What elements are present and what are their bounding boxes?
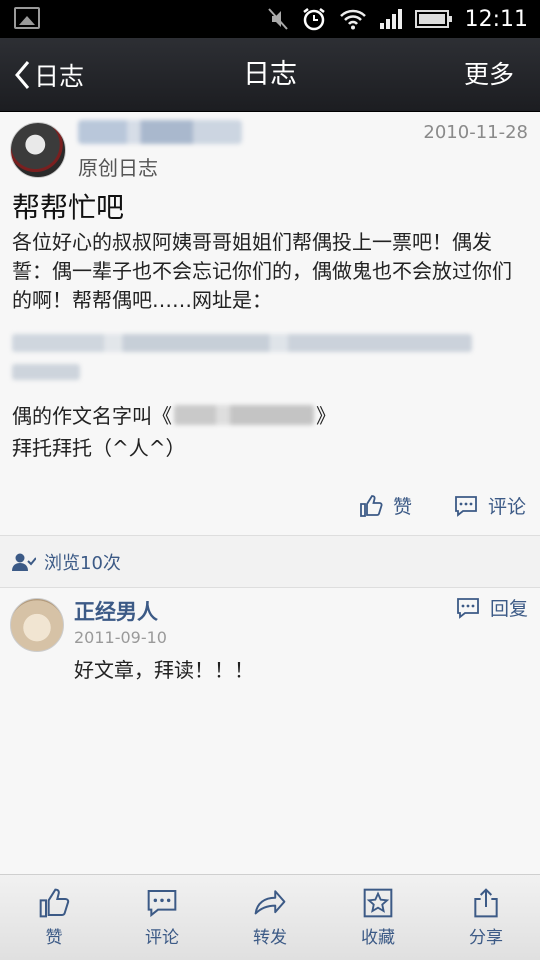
more-button[interactable]: 更多 [464,38,514,112]
essay-name-line: 偶的作文名字叫《 》 [12,400,336,429]
reply-icon [457,597,479,619]
bottom-share-label: 分享 [469,928,503,948]
author-avatar[interactable] [10,122,66,178]
chevron-left-icon [15,61,30,89]
bottom-action-bar: 赞 评论 转发 收藏 分享 [0,874,540,960]
journal-post: 2010-11-28 原创日志 帮帮忙吧 各位好心的叔叔阿姨哥哥姐姐们帮偶投上一… [0,112,540,536]
wifi-icon [339,9,366,30]
viewers-icon [12,553,36,571]
comment-button[interactable]: 评论 [454,492,526,519]
comment-label: 评论 [487,496,526,518]
view-count-row: 浏览10次 [0,536,540,588]
post-actions: 赞 评论 [359,492,526,519]
commenter-avatar[interactable] [10,598,64,652]
top-nav-bar: 日志 日志 更多 [0,38,540,112]
status-time: 12:11 [464,6,528,32]
share-icon [474,888,498,918]
reply-label: 回复 [489,598,528,620]
thumbs-up-icon [39,888,70,918]
commenter-name[interactable]: 正经男人 [74,596,158,626]
view-count: 浏览10次 [44,552,121,574]
comment-date: 2011-09-10 [74,628,167,647]
post-date: 2010-11-28 [423,122,528,143]
comment-icon [455,495,477,517]
bottom-forward-label: 转发 [253,928,287,948]
like-label: 赞 [392,496,412,518]
bottom-share-button[interactable]: 分享 [432,875,540,960]
like-button[interactable]: 赞 [359,492,412,519]
alarm-icon [302,8,325,31]
back-label: 日志 [34,62,85,91]
bottom-favorite-button[interactable]: 收藏 [324,875,432,960]
image-notification-icon [14,7,40,29]
post-title: 帮帮忙吧 [12,191,125,224]
bottom-like-label: 赞 [45,928,63,948]
post-type: 原创日志 [78,156,158,180]
essay-suffix: 》 [316,404,336,428]
bottom-comment-button[interactable]: 评论 [108,875,216,960]
star-icon [363,888,393,918]
url-blurred-line-1[interactable] [12,334,472,352]
comment-text: 好文章，拜读！！！ [74,658,254,682]
battery-icon [414,10,452,28]
signal-icon [379,9,402,29]
comment-icon [147,890,177,918]
reply-button[interactable]: 回复 [456,594,528,621]
thumbs-up-icon [360,494,383,517]
comment-item: 正经男人 2011-09-10 好文章，拜读！！！ 回复 [0,588,540,874]
essay-prefix: 偶的作文名字叫《 [12,404,172,428]
mute-icon [267,8,288,30]
bottom-forward-button[interactable]: 转发 [216,875,324,960]
back-button[interactable]: 日志 [12,38,84,112]
status-bar: 12:11 [0,0,540,38]
thanks-line: 拜托拜托（^人^） [12,436,186,460]
bottom-comment-label: 评论 [145,928,179,948]
status-icons: 12:11 [267,0,528,38]
post-body: 各位好心的叔叔阿姨哥哥姐姐们帮偶投上一票吧！偶发誓：偶一辈子也不会忘记你们的，偶… [12,230,512,312]
bottom-like-button[interactable]: 赞 [0,875,108,960]
forward-icon [254,890,286,915]
essay-title-blurred [174,404,314,425]
bottom-favorite-label: 收藏 [361,928,395,948]
url-blurred-line-2[interactable] [12,364,80,380]
author-name-blurred[interactable] [78,120,242,144]
